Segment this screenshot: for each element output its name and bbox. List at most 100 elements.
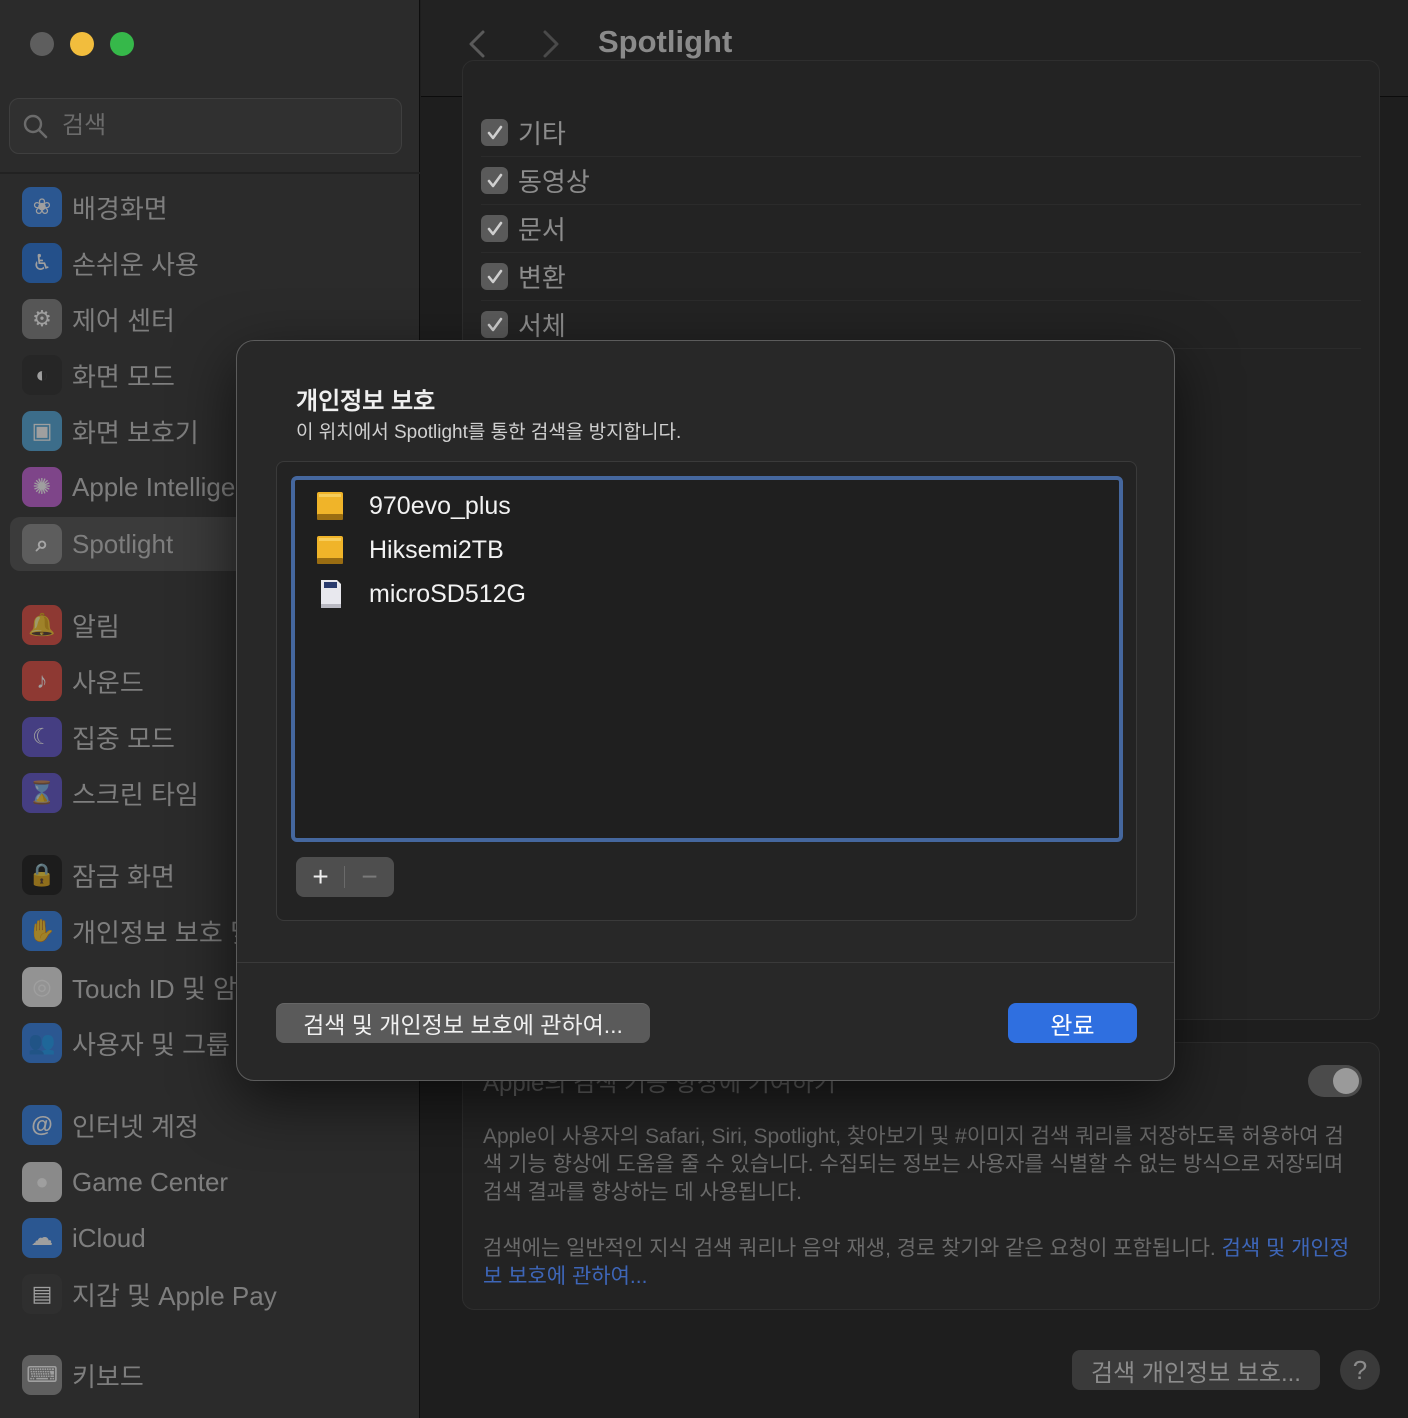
external-drive-icon [317,536,343,564]
list-item[interactable]: 970evo_plus [315,486,511,526]
list-item[interactable]: Hiksemi2TB [315,530,504,570]
add-location-button[interactable]: + [296,857,345,897]
accessibility-icon: ♿ [22,243,62,283]
checkmark-icon [487,269,502,283]
sidebar-item-label: 집중 모드 [72,723,175,754]
keyboard-icon: ⌨ [22,1355,62,1395]
icloud-icon: ☁ [22,1218,62,1258]
sidebar-item[interactable]: ☁ iCloud [10,1211,410,1265]
category-label: 서체 [518,311,566,341]
volume-name: microSD512G [369,579,526,608]
close-window-button[interactable] [30,32,54,56]
sd-card-icon [321,580,341,608]
sidebar-item[interactable]: ⚙ 제어 센터 [10,292,410,346]
category-row[interactable]: 변환 [481,253,1361,301]
sidebar-item-label: iCloud [72,1222,146,1253]
segment-separator [344,866,345,888]
sidebar-item-label: 배경화면 [72,193,168,224]
volume-name: 970evo_plus [369,491,511,520]
help-button[interactable]: ? [1340,1350,1380,1390]
sidebar-item-label: 사용자 및 그룹 [72,1029,230,1060]
apple-intelligence-icon: ✺ [22,467,62,507]
sidebar-item-label: 지갑 및 Apple Pay [72,1280,277,1311]
improve-search-note-text: 검색에는 일반적인 지식 검색 쿼리나 음악 재생, 경로 찾기와 같은 요청이… [483,1237,1216,1260]
sidebar-item[interactable]: ▤ 지갑 및 Apple Pay [10,1267,410,1321]
sidebar-item-label: 키보드 [72,1361,144,1392]
sidebar-item-label: 제어 센터 [72,305,175,336]
category-label: 기타 [518,119,566,149]
privacy-sheet: 개인정보 보호 이 위치에서 Spotlight를 통한 검색을 방지합니다. … [236,340,1175,1081]
search-icon [23,114,48,139]
forward-button[interactable] [531,26,567,62]
window-controls [30,32,134,56]
sidebar-item-label: 손쉬운 사용 [72,249,199,280]
privacy-hand-icon: ✋ [22,911,62,951]
focus-icon: ☾ [22,717,62,757]
sidebar-item-label: 화면 보호기 [72,417,199,448]
category-checkbox[interactable] [481,119,508,146]
improve-search-note: 검색에는 일반적인 지식 검색 쿼리나 음악 재생, 경로 찾기와 같은 요청이… [483,1235,1363,1291]
done-button[interactable]: 완료 [1008,1003,1137,1043]
search-input[interactable] [62,112,362,140]
improve-search-toggle[interactable] [1308,1065,1362,1097]
zoom-window-button[interactable] [110,32,134,56]
sheet-title: 개인정보 보호 [296,388,436,415]
category-row[interactable]: 기타 [481,109,1361,157]
screen-time-icon: ⌛ [22,773,62,813]
lock-screen-icon: 🔒 [22,855,62,895]
sidebar-search[interactable] [9,98,402,154]
sidebar-item-label: 사운드 [72,667,144,698]
category-checkbox[interactable] [481,215,508,242]
sidebar-item-label: Game Center [72,1166,229,1197]
category-row[interactable]: 문서 [481,205,1361,253]
search-privacy-button[interactable]: 검색 개인정보 보호... [1072,1350,1320,1390]
checkmark-icon [487,125,502,139]
users-icon: 👥 [22,1023,62,1063]
improve-search-panel: Apple의 검색 기능 향상에 기여하기 Apple이 사용자의 Safari… [462,1042,1380,1310]
page-title: Spotlight [598,24,733,59]
category-row[interactable]: 동영상 [481,157,1361,205]
sidebar-item[interactable]: ♿ 손쉬운 사용 [10,236,410,290]
excluded-locations-box: 970evo_plus Hiksemi2TB microSD512G + − [276,461,1137,921]
add-remove-control: + − [296,857,394,897]
sidebar-item-label: 스크린 타임 [72,779,199,810]
sheet-divider [237,962,1174,963]
sidebar-item-label: 화면 모드 [72,361,175,392]
spotlight-icon: ⌕ [22,524,62,564]
sidebar-item-label: 인터넷 계정 [72,1111,199,1142]
remove-location-button[interactable]: − [345,857,394,897]
minimize-window-button[interactable] [70,32,94,56]
volume-name: Hiksemi2TB [369,535,504,564]
category-checkbox[interactable] [481,311,508,338]
sidebar-divider [0,172,420,174]
sheet-subtitle: 이 위치에서 Spotlight를 통한 검색을 방지합니다. [296,422,682,443]
chevron-left-icon [469,30,485,58]
sidebar-item-label: Touch ID 및 암호 [72,973,261,1004]
wallpaper-icon: ❀ [22,187,62,227]
list-item[interactable]: microSD512G [315,574,526,614]
improve-search-description: Apple이 사용자의 Safari, Siri, Spotlight, 찾아보… [483,1125,1344,1204]
back-button[interactable] [461,26,497,62]
category-checkbox[interactable] [481,263,508,290]
checkmark-icon [487,221,502,235]
excluded-locations-list[interactable]: 970evo_plus Hiksemi2TB microSD512G [291,476,1123,842]
appearance-icon: ◐ [22,355,62,395]
touch-id-icon: ◎ [22,967,62,1007]
sidebar-item[interactable]: ❀ 배경화면 [10,180,410,234]
external-drive-icon [317,492,343,520]
control-center-icon: ⚙ [22,299,62,339]
sidebar-item-label: Spotlight [72,528,174,559]
sidebar-item[interactable]: @ 인터넷 계정 [10,1098,410,1152]
internet-accounts-icon: @ [22,1105,62,1145]
chevron-right-icon [543,30,559,58]
category-checkbox[interactable] [481,167,508,194]
sidebar-item[interactable]: ⌨ 키보드 [10,1348,410,1402]
wallet-icon: ▤ [22,1274,62,1314]
checkmark-icon [487,317,502,331]
category-label: 동영상 [518,167,590,197]
about-privacy-button[interactable]: 검색 및 개인정보 보호에 관하여... [276,1003,650,1043]
category-label: 변환 [518,263,566,293]
sidebar-item-label: 잠금 화면 [72,861,175,892]
sidebar-item-label: 알림 [72,611,120,642]
sidebar-item[interactable]: ● Game Center [10,1155,410,1209]
